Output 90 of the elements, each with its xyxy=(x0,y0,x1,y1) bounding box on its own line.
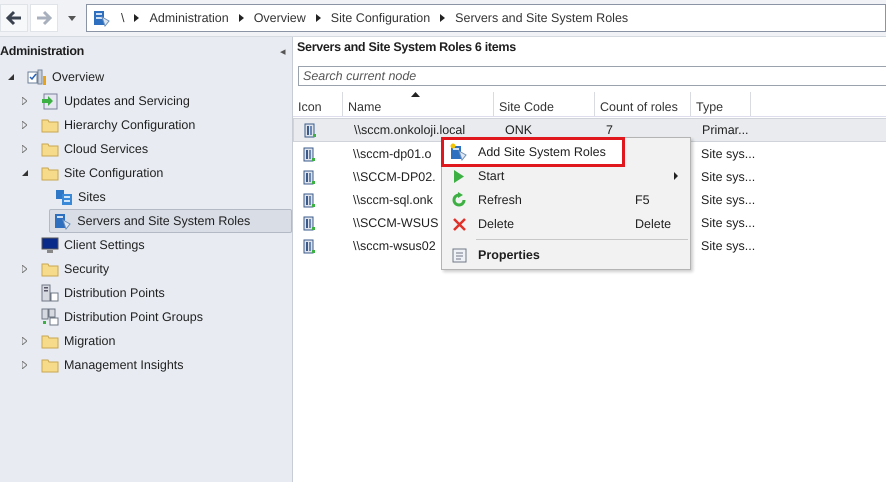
table-cell: \\sccm-wsus02 xyxy=(353,239,436,253)
delete-icon xyxy=(452,216,466,232)
expanded-icon[interactable] xyxy=(8,74,14,80)
properties-icon xyxy=(452,248,466,262)
collapsed-icon[interactable] xyxy=(22,337,27,345)
dropdown-icon[interactable] xyxy=(68,16,76,20)
sites-icon xyxy=(55,188,73,206)
pane-title: Administration xyxy=(0,44,84,58)
collapsed-icon[interactable] xyxy=(22,265,27,273)
table-cell: Site sys... xyxy=(701,216,756,230)
column-header[interactable]: Count of roles xyxy=(595,92,691,116)
collapsed-icon[interactable] xyxy=(22,121,27,129)
server-icon xyxy=(303,216,315,230)
tree-item[interactable]: Servers and Site System Roles xyxy=(49,209,292,233)
tree-item[interactable]: Client Settings xyxy=(36,233,150,257)
table-cell: \\sccm.onkoloji.local xyxy=(354,123,466,137)
table-cell: \\sccm-dp01.o xyxy=(353,147,432,161)
table-cell: \\sccm-sql.onk xyxy=(353,193,433,207)
chevron-icon[interactable] xyxy=(238,14,244,22)
pane-title: Servers and Site System Roles 6 items xyxy=(297,40,516,54)
back-button[interactable] xyxy=(0,4,28,32)
column-header[interactable]: Icon xyxy=(293,92,343,116)
tree-item[interactable]: Migration xyxy=(36,329,120,353)
table-cell: Site sys... xyxy=(701,239,756,253)
folder-icon xyxy=(41,118,59,132)
tree-item[interactable]: Distribution Points xyxy=(36,281,170,305)
column-header[interactable]: Name xyxy=(343,92,494,116)
breadcrumb-item[interactable]: Overview xyxy=(254,11,306,25)
search-field[interactable]: Search current node xyxy=(298,66,886,86)
server-icon xyxy=(303,192,315,208)
tree-item[interactable]: Security xyxy=(36,257,114,281)
breadcrumb-item[interactable]: \ xyxy=(121,11,124,25)
tree-item[interactable]: Overview xyxy=(22,65,110,89)
menu-item[interactable]: Start xyxy=(444,164,688,188)
server-icon xyxy=(303,238,315,254)
collapsed-icon[interactable] xyxy=(22,145,27,153)
tree-item[interactable]: Hierarchy Configuration xyxy=(36,113,200,137)
monitor-icon xyxy=(41,236,59,254)
column-header[interactable]: Site Code xyxy=(494,92,595,116)
collapsed-icon[interactable] xyxy=(22,361,27,369)
table-cell: 7 xyxy=(606,123,613,137)
shortcut-label: F5 xyxy=(635,193,650,207)
collapse-button[interactable]: ◂ xyxy=(280,44,286,58)
updates-icon xyxy=(41,92,59,110)
server-icon xyxy=(304,122,316,138)
server-icon xyxy=(303,170,315,184)
folder-icon xyxy=(41,166,59,180)
server-group-icon xyxy=(41,308,59,326)
folder-icon xyxy=(41,142,59,156)
tree-item[interactable]: Sites xyxy=(50,185,111,209)
shortcut-label: Delete xyxy=(635,217,672,231)
menu-item[interactable]: Properties xyxy=(444,243,688,267)
table-cell: Site sys... xyxy=(701,170,756,184)
refresh-icon xyxy=(451,192,467,208)
server-icon xyxy=(93,9,111,27)
breadcrumb-item[interactable]: Servers and Site System Roles xyxy=(455,11,628,25)
folder-icon xyxy=(41,358,59,372)
tree-item[interactable]: Distribution Point Groups xyxy=(36,305,208,329)
folder-icon xyxy=(41,262,59,276)
tree-item[interactable]: Management Insights xyxy=(36,353,189,377)
overview-icon xyxy=(27,68,47,86)
tree-item[interactable]: Site Configuration xyxy=(36,161,168,185)
back-arrow-icon xyxy=(5,10,23,26)
menu-item[interactable]: Refresh F5 xyxy=(444,188,688,212)
table-cell: Site sys... xyxy=(701,147,756,161)
server-icon xyxy=(303,146,315,162)
breadcrumb-item[interactable]: Administration xyxy=(149,11,229,25)
table-cell: Site sys... xyxy=(701,193,756,207)
server-icon xyxy=(54,212,72,230)
server-icon xyxy=(41,284,59,302)
menu-item[interactable]: Delete Delete xyxy=(444,212,688,236)
table-cell: ONK xyxy=(505,123,532,137)
table-cell: \\SCCM-DP02. xyxy=(353,170,436,184)
folder-icon xyxy=(41,334,59,348)
expanded-icon[interactable] xyxy=(22,170,28,176)
chevron-icon[interactable] xyxy=(440,14,446,22)
table-cell: \\SCCM-WSUS xyxy=(353,216,438,230)
chevron-icon[interactable] xyxy=(134,14,140,22)
tree-item[interactable]: Updates and Servicing xyxy=(36,89,195,113)
column-header[interactable]: Type xyxy=(691,92,751,116)
play-icon xyxy=(453,168,465,184)
menu-item[interactable]: Add Site System Roles xyxy=(444,140,622,164)
table-cell: Primar... xyxy=(702,123,749,137)
breadcrumb-item[interactable]: Site Configuration xyxy=(330,11,430,25)
chevron-icon[interactable] xyxy=(316,14,321,22)
server-icon xyxy=(450,143,468,161)
tree-item[interactable]: Cloud Services xyxy=(36,137,154,161)
collapsed-icon[interactable] xyxy=(22,97,27,105)
selected-row[interactable]: \\sccm.onkoloji.local ONK 7 Primar... xyxy=(293,118,886,142)
forward-arrow-icon xyxy=(35,10,53,26)
